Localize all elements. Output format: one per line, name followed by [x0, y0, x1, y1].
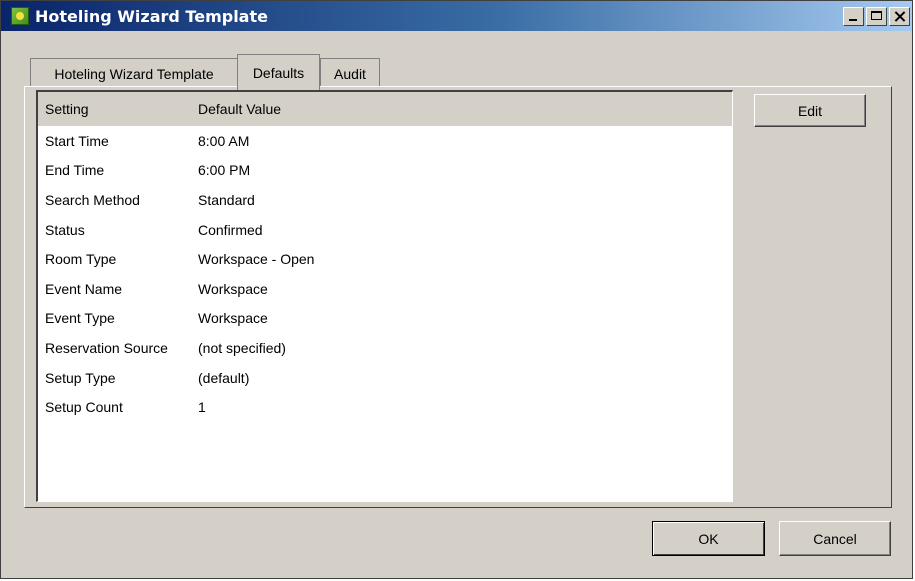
column-header-default-value[interactable]: Default Value	[193, 101, 281, 117]
list-item[interactable]: Setup Count 1	[38, 392, 732, 422]
list-item[interactable]: Room Type Workspace - Open	[38, 244, 732, 274]
title-bar[interactable]: Hoteling Wizard Template	[1, 1, 912, 31]
setting-name: End Time	[45, 162, 105, 179]
setting-value: Standard	[198, 191, 255, 208]
list-item[interactable]: Status Confirmed	[38, 215, 732, 245]
tab-audit[interactable]: Audit	[320, 58, 380, 89]
window-title: Hoteling Wizard Template	[35, 6, 268, 26]
setting-value: Workspace - Open	[198, 251, 315, 268]
setting-value: Workspace	[198, 310, 268, 327]
app-icon	[11, 7, 29, 25]
setting-name: Setup Count	[45, 399, 123, 416]
edit-button[interactable]: Edit	[754, 94, 866, 127]
setting-name: Status	[45, 221, 85, 238]
list-item[interactable]: Event Name Workspace	[38, 274, 732, 304]
setting-value: (not specified)	[198, 339, 286, 356]
setting-name: Search Method	[45, 191, 140, 208]
list-item[interactable]: Search Method Standard	[38, 185, 732, 215]
setting-name: Room Type	[45, 251, 117, 268]
column-header-setting[interactable]: Setting	[38, 101, 193, 117]
setting-value: 1	[198, 399, 206, 416]
list-item[interactable]: Reservation Source (not specified)	[38, 333, 732, 363]
setting-name: Event Name	[45, 280, 123, 297]
list-item[interactable]: Event Type Workspace	[38, 304, 732, 334]
setting-value: Workspace	[198, 280, 268, 297]
defaults-list[interactable]: Setting Default Value Start Time 8:00 AM E…	[36, 90, 733, 502]
ok-button[interactable]: OK	[652, 521, 765, 556]
cancel-button[interactable]: Cancel	[779, 521, 891, 556]
tab-hoteling-wizard-template[interactable]: Hoteling Wizard Template	[30, 58, 238, 89]
setting-value: 6:00 PM	[198, 162, 251, 179]
close-button[interactable]	[889, 7, 910, 26]
maximize-button[interactable]	[866, 7, 887, 26]
setting-value: (default)	[198, 369, 250, 386]
list-item[interactable]: Start Time 8:00 AM	[38, 126, 732, 156]
defaults-panel: Setting Default Value Start Time 8:00 AM E…	[24, 86, 892, 508]
setting-name: Event Type	[45, 310, 115, 327]
setting-value: 8:00 AM	[198, 132, 250, 149]
list-item[interactable]: Setup Type (default)	[38, 363, 732, 393]
list-item[interactable]: End Time 6:00 PM	[38, 156, 732, 186]
dialog-window: Hoteling Wizard Template Hoteling Wizard…	[0, 0, 913, 579]
tab-defaults[interactable]: Defaults	[237, 54, 320, 90]
setting-name: Start Time	[45, 132, 109, 149]
setting-name: Reservation Source	[45, 339, 168, 356]
list-body: Start Time 8:00 AM End Time 6:00 PM Search M…	[38, 126, 732, 422]
setting-name: Setup Type	[45, 369, 116, 386]
window-controls	[841, 7, 910, 26]
setting-value: Confirmed	[198, 221, 263, 238]
list-header: Setting Default Value	[38, 92, 732, 126]
minimize-button[interactable]	[843, 7, 864, 26]
